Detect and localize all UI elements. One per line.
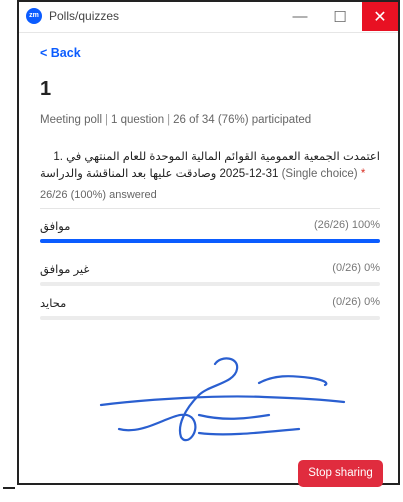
divider [40,208,380,209]
poll-option: غير موافق (0/26) 0% [40,262,380,288]
stop-sharing-button[interactable]: Stop sharing [298,460,383,487]
question-line-2: 2025-12-31 وصادقت عليها بعد المناقشة وال… [40,166,380,182]
meta-separator: | [105,114,109,126]
title-bar: zm Polls/quizzes — ☐ ✕ [19,2,398,33]
back-link[interactable]: < Back [40,46,81,60]
question-line-1: اعتمدت الجمعية العمومية القوائم المالية … [53,151,380,163]
poll-type: Meeting poll [40,114,103,126]
option-count: (0/26) 0% [332,296,380,308]
maximize-icon: ☐ [333,8,347,26]
answered-count: 26/26 (100%) answered [40,189,157,201]
polls-window: zm Polls/quizzes — ☐ ✕ < Back 1 Meeting … [17,0,400,487]
required-marker: * [360,168,366,180]
poll-option: محايد (0/26) 0% [40,296,380,322]
maximize-button[interactable]: ☐ [322,2,358,31]
option-progress-fill [40,239,380,243]
poll-question-count: 1 question [111,114,165,126]
poll-meta: Meeting poll | 1 question | 26 of 34 (76%) p… [40,114,311,126]
question-line-2-arabic: 2025-12-31 وصادقت عليها بعد المناقشة وال… [40,168,279,180]
question-type: (Single choice) [281,168,358,180]
question-text: اعتمدت الجمعية العمومية القوائم المالية … [40,149,380,182]
option-label: محايد [40,298,67,310]
option-count: (26/26) 100% [313,219,380,231]
option-progress-track [40,282,380,286]
poll-participation: 26 of 34 (76%) participated [173,114,312,126]
option-label: موافق [40,221,71,233]
minimize-icon: — [292,8,308,25]
option-label: غير موافق [40,264,90,276]
option-progress-track [40,239,380,243]
poll-option: موافق (26/26) 100% [40,219,380,245]
close-icon: ✕ [373,8,387,26]
zoom-app-icon: zm [26,8,42,24]
option-count: (0/26) 0% [332,262,380,274]
window-title: Polls/quizzes [49,9,120,23]
close-button[interactable]: ✕ [362,2,398,31]
poll-title: 1 [40,78,52,100]
edge-dash [3,487,15,489]
handwritten-signature [99,357,346,442]
minimize-button[interactable]: — [282,2,318,31]
meta-separator: | [167,114,171,126]
option-progress-track [40,316,380,320]
